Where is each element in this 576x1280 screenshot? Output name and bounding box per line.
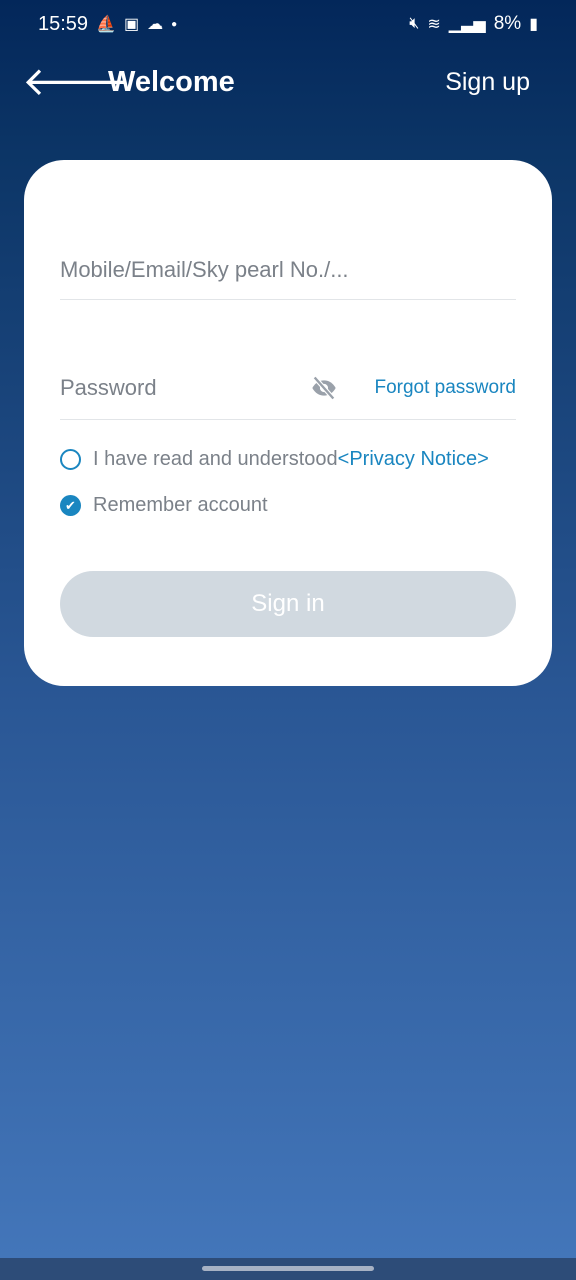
remember-account-row[interactable]: ✔ Remember account — [60, 494, 268, 517]
privacy-checkbox-row[interactable]: I have read and understood <Privacy Noti… — [60, 448, 489, 471]
wifi-icon: ≋ — [427, 16, 441, 33]
check-icon: ✔ — [65, 497, 76, 513]
app-bar: 🡐 Welcome Sign up — [0, 54, 576, 110]
battery-level: 8% — [493, 13, 522, 34]
mute-icon: 🔇︎ — [409, 15, 420, 32]
page-title: Welcome — [108, 65, 235, 98]
dot-icon: ● — [171, 18, 178, 30]
remember-label: Remember account — [93, 494, 268, 516]
password-placeholder: Password — [60, 374, 157, 400]
login-card: Mobile/Email/Sky pearl No./... Password … — [24, 160, 552, 686]
battery-charging-icon: ▮ — [529, 16, 538, 33]
navigation-bar — [0, 1258, 576, 1280]
forgot-password-link[interactable]: Forgot password — [374, 377, 516, 399]
privacy-checkbox[interactable] — [60, 449, 81, 470]
cloud-icon: ☁ — [147, 16, 164, 33]
eye-off-icon[interactable] — [310, 374, 338, 402]
home-handle[interactable] — [202, 1266, 374, 1271]
sailboat-icon: ⛵ — [96, 16, 116, 33]
remember-checkbox[interactable]: ✔ — [60, 495, 81, 516]
password-input[interactable]: Password Forgot password — [60, 356, 516, 420]
privacy-notice-link[interactable]: <Privacy Notice> — [338, 448, 489, 471]
sign-up-link[interactable]: Sign up — [445, 68, 530, 97]
privacy-text: I have read and understood — [93, 448, 338, 470]
account-placeholder: Mobile/Email/Sky pearl No./... — [60, 256, 349, 282]
signal-icon: ▁▃▅ — [448, 16, 486, 33]
clock: 15:59 — [38, 12, 89, 35]
account-input[interactable]: Mobile/Email/Sky pearl No./... — [60, 240, 516, 300]
sign-in-button[interactable]: Sign in — [60, 571, 516, 637]
image-icon: ▣ — [123, 16, 140, 33]
status-bar: 15:59 ⛵ ▣ ☁ ● 🔇︎ ≋ ▁▃▅ 8% ▮ — [0, 0, 576, 48]
